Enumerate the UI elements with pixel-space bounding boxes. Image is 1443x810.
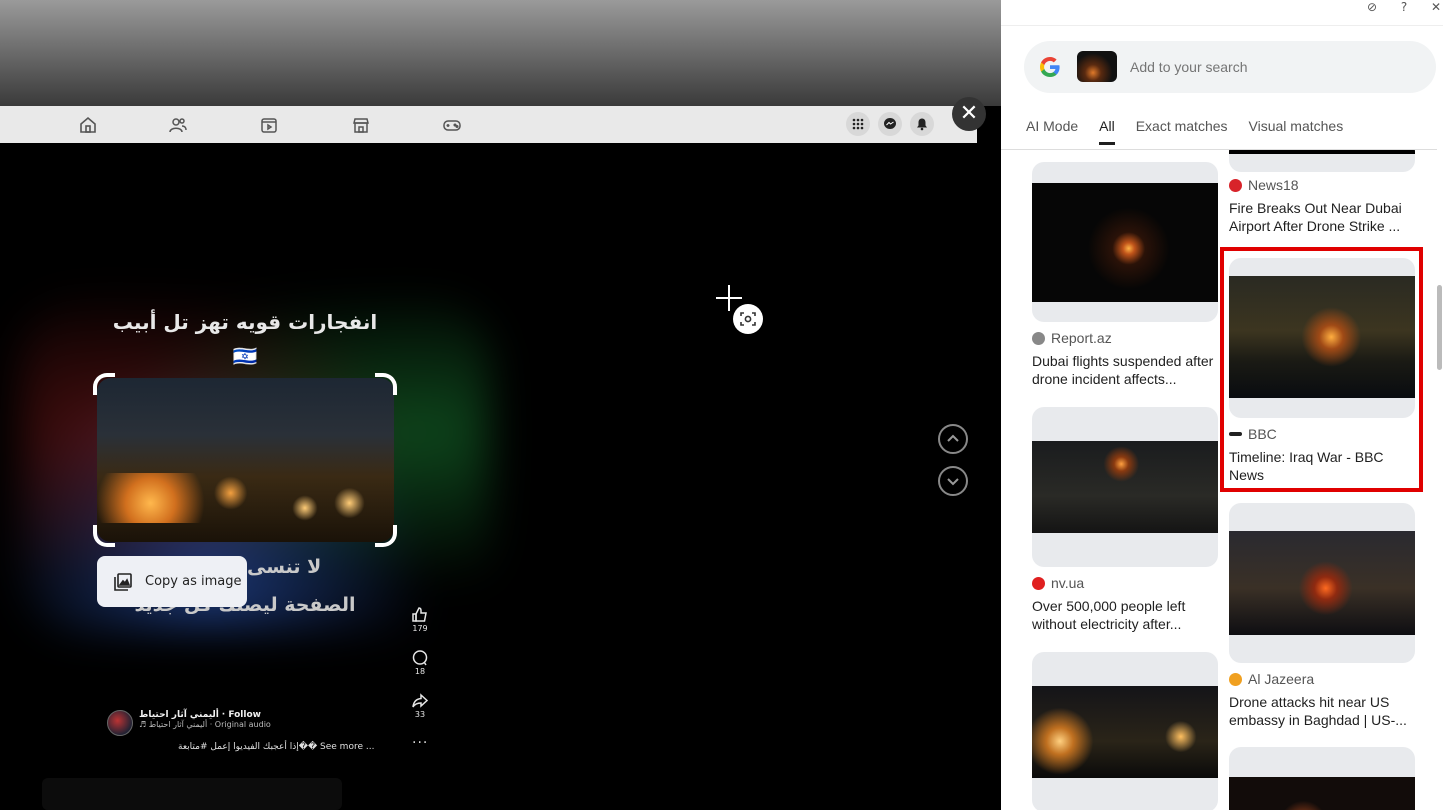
result-image-content bbox=[1229, 150, 1415, 154]
follow-link[interactable]: · Follow bbox=[222, 710, 261, 720]
result-card[interactable] bbox=[1229, 150, 1415, 172]
result-source-label: nv.ua bbox=[1051, 575, 1085, 591]
result-card[interactable]: Al Jazeera Drone attacks hit near US emb… bbox=[1229, 503, 1415, 729]
pin-icon[interactable]: ⊘ bbox=[1365, 0, 1379, 14]
panel-toolbar: ⊘ ? ✕ bbox=[1001, 0, 1443, 26]
gaming-icon[interactable] bbox=[442, 115, 462, 135]
more-options-button[interactable]: ··· bbox=[412, 735, 428, 751]
result-image-content bbox=[1032, 441, 1218, 533]
result-card[interactable]: nv.ua Over 500,000 people left without e… bbox=[1032, 407, 1218, 633]
result-source: Al Jazeera bbox=[1229, 671, 1415, 687]
next-video-button[interactable] bbox=[938, 466, 968, 496]
lens-tabs: AI Mode All Exact matches Visual matches bbox=[1026, 118, 1343, 145]
result-image[interactable] bbox=[1229, 150, 1415, 172]
result-title[interactable]: Dubai flights suspended after drone inci… bbox=[1032, 352, 1218, 388]
reel-author[interactable]: أليمني آثار احتياط · Follow ♬ أليمني آثا… bbox=[107, 710, 271, 736]
highlight-box bbox=[1220, 247, 1423, 492]
result-source-label: Al Jazeera bbox=[1248, 671, 1315, 687]
results-grid: News18 Fire Breaks Out Near Dubai Airpor… bbox=[1001, 150, 1437, 810]
result-source: News18 bbox=[1229, 177, 1415, 193]
selected-video-frame[interactable] bbox=[97, 378, 394, 542]
messenger-icon[interactable] bbox=[878, 112, 902, 136]
result-image[interactable] bbox=[1032, 407, 1218, 567]
tab-all[interactable]: All bbox=[1099, 118, 1115, 145]
aljazeera-favicon-icon bbox=[1229, 672, 1242, 686]
reel-description[interactable]: إذا أعجبك الفيديوا إعمل #متابعة�� See mo… bbox=[178, 742, 374, 752]
result-image-content bbox=[1229, 777, 1415, 810]
result-title[interactable]: Over 500,000 people left without electri… bbox=[1032, 597, 1218, 633]
top-shade bbox=[0, 0, 1001, 106]
caption-line: انفجارات قويه تهز تل أبيب 🇮🇱 bbox=[112, 310, 378, 368]
comment-button[interactable]: 18 bbox=[408, 649, 432, 692]
marketplace-icon[interactable] bbox=[351, 115, 371, 135]
scrollbar[interactable] bbox=[1437, 285, 1442, 370]
lens-search-icon[interactable] bbox=[733, 304, 763, 334]
result-image-content bbox=[1229, 531, 1415, 635]
result-image-content bbox=[1032, 686, 1218, 778]
google-logo-icon bbox=[1040, 57, 1060, 77]
video-explosion-lights bbox=[97, 473, 394, 523]
comment-count: 18 bbox=[414, 667, 426, 676]
result-image[interactable] bbox=[1032, 162, 1218, 322]
help-icon[interactable]: ? bbox=[1397, 0, 1411, 14]
result-image[interactable] bbox=[1229, 503, 1415, 663]
result-source-label: News18 bbox=[1248, 177, 1299, 193]
lens-results-panel: ⊘ ? ✕ AI Mode All Exact matches Visual m… bbox=[1001, 0, 1443, 810]
result-card[interactable] bbox=[1229, 747, 1415, 810]
result-image-content bbox=[1032, 183, 1218, 302]
like-button[interactable]: 179 bbox=[408, 606, 432, 649]
result-image[interactable] bbox=[1229, 747, 1415, 810]
comment-icon bbox=[412, 650, 428, 666]
video-viewer: ✕ انفجارات قويه تهز تل أبيب 🇮🇱 🇮🇷🚀 لا تن… bbox=[0, 0, 1001, 810]
news18-favicon-icon bbox=[1229, 178, 1242, 192]
reel-actions: 179 18 33 bbox=[408, 606, 432, 735]
result-image[interactable] bbox=[1032, 652, 1218, 810]
tab-ai-mode[interactable]: AI Mode bbox=[1026, 118, 1078, 145]
share-icon bbox=[412, 693, 429, 708]
result-source-label: Report.az bbox=[1051, 330, 1112, 346]
avatar[interactable] bbox=[107, 710, 133, 736]
close-icon[interactable]: ✕ bbox=[1429, 0, 1443, 14]
facebook-navbar bbox=[0, 106, 977, 143]
menu-grid-icon[interactable] bbox=[846, 112, 870, 136]
tab-exact-matches[interactable]: Exact matches bbox=[1136, 118, 1228, 145]
friends-icon[interactable] bbox=[168, 115, 188, 135]
query-thumbnail[interactable] bbox=[1077, 51, 1117, 82]
audio-info[interactable]: ♬ أليمني آثار احتياط · Original audio bbox=[139, 720, 271, 729]
search-input[interactable] bbox=[1130, 57, 1420, 77]
chevron-down-icon bbox=[947, 478, 959, 486]
reportaz-favicon-icon bbox=[1032, 331, 1045, 345]
chevron-up-icon bbox=[947, 434, 959, 442]
close-viewer-button[interactable]: ✕ bbox=[952, 97, 986, 131]
result-card[interactable]: News18 Fire Breaks Out Near Dubai Airpor… bbox=[1229, 177, 1415, 235]
result-source: nv.ua bbox=[1032, 575, 1218, 591]
copy-as-image-label: Copy as image bbox=[145, 574, 242, 589]
selection-corner-icon[interactable] bbox=[93, 373, 115, 395]
like-count: 179 bbox=[412, 624, 428, 633]
result-card[interactable] bbox=[1032, 652, 1218, 810]
copy-as-image-button[interactable]: Copy as image bbox=[97, 556, 247, 607]
previous-video-button[interactable] bbox=[938, 424, 968, 454]
result-title[interactable]: Fire Breaks Out Near Dubai Airport After… bbox=[1229, 199, 1415, 235]
bottom-strip bbox=[42, 778, 342, 810]
tab-visual-matches[interactable]: Visual matches bbox=[1249, 118, 1344, 145]
share-button[interactable]: 33 bbox=[408, 692, 432, 735]
result-source: Report.az bbox=[1032, 330, 1218, 346]
author-name[interactable]: أليمني آثار احتياط bbox=[139, 710, 219, 720]
home-icon[interactable] bbox=[78, 115, 98, 135]
result-card[interactable]: Report.az Dubai flights suspended after … bbox=[1032, 162, 1218, 388]
like-icon bbox=[412, 607, 427, 622]
video-icon[interactable] bbox=[259, 115, 279, 135]
share-count: 33 bbox=[414, 710, 426, 719]
lens-search-box[interactable] bbox=[1024, 41, 1436, 93]
copy-image-icon bbox=[114, 572, 132, 591]
result-title[interactable]: Drone attacks hit near US embassy in Bag… bbox=[1229, 693, 1415, 729]
nvua-favicon-icon bbox=[1032, 576, 1045, 590]
notifications-icon[interactable] bbox=[910, 112, 934, 136]
